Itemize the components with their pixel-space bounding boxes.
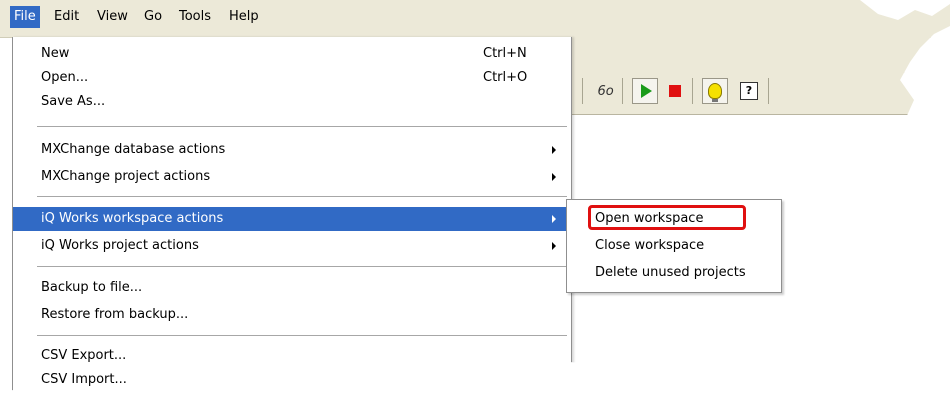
submenu-arrow-icon [552, 146, 556, 154]
menu-item-label: MXChange project actions [41, 169, 211, 184]
menu-item-label: CSV Export... [41, 348, 127, 363]
file-menu-iq-project[interactable]: iQ Works project actions [13, 234, 571, 258]
menu-item-label: New [41, 46, 70, 61]
file-menu-iq-workspace[interactable]: iQ Works workspace actions [13, 207, 571, 231]
file-menu-new[interactable]: New Ctrl+N [13, 42, 571, 66]
menu-bar: File Edit View Go Tools Help [0, 0, 950, 38]
menu-file[interactable]: File [10, 6, 40, 28]
menu-item-shortcut: Ctrl+N [483, 46, 527, 61]
menu-go[interactable]: Go [140, 6, 166, 28]
menu-edit[interactable]: Edit [50, 6, 83, 28]
file-menu-save-as[interactable]: Save As... [13, 90, 571, 114]
menu-tools[interactable]: Tools [175, 6, 215, 28]
toolbar-separator [768, 78, 769, 104]
menu-item-label: iQ Works project actions [41, 238, 199, 253]
menu-separator [37, 335, 567, 336]
screenshot-stage: File Edit View Go Tools Help 6o ? New Ct… [0, 0, 950, 401]
menu-item-label: Delete unused projects [595, 265, 746, 280]
menu-separator [37, 126, 567, 127]
submenu-open-workspace[interactable]: Open workspace [567, 208, 781, 230]
submenu-arrow-icon [552, 173, 556, 181]
file-menu-restore[interactable]: Restore from backup... [13, 303, 571, 327]
file-menu-csv-export[interactable]: CSV Export... [13, 344, 571, 368]
menu-item-label: CSV Import... [41, 372, 127, 387]
file-menu-dropdown: New Ctrl+N Open... Ctrl+O Save As... MXC… [12, 37, 572, 401]
menu-item-label: Close workspace [595, 238, 705, 253]
menu-item-label: Open... [41, 70, 89, 85]
submenu-close-workspace[interactable]: Close workspace [567, 235, 781, 257]
play-icon[interactable] [632, 78, 658, 104]
title-band [570, 37, 950, 73]
help-icon[interactable]: ? [736, 78, 762, 104]
submenu-delete-unused-projects[interactable]: Delete unused projects [567, 262, 781, 284]
menu-item-label: iQ Works workspace actions [41, 211, 224, 226]
file-menu-open[interactable]: Open... Ctrl+O [13, 66, 571, 90]
menu-item-label: MXChange database actions [41, 142, 226, 157]
toolbar: 6o ? [570, 72, 950, 115]
file-menu-mxchange-database[interactable]: MXChange database actions [13, 138, 571, 162]
menu-separator [37, 196, 567, 197]
toolbar-separator [582, 78, 583, 104]
lightbulb-icon[interactable] [702, 78, 728, 104]
menu-item-label: Open workspace [595, 211, 704, 226]
file-menu-backup[interactable]: Backup to file... [13, 276, 571, 300]
menu-separator [37, 266, 567, 267]
menu-item-shortcut: Ctrl+O [483, 70, 528, 85]
submenu-arrow-icon [552, 242, 556, 250]
menu-item-label: Save As... [41, 94, 106, 109]
stop-icon[interactable] [662, 78, 688, 104]
toolbar-separator [622, 78, 623, 104]
submenu-arrow-icon [552, 215, 556, 223]
workspace-submenu: Open workspace Close workspace Delete un… [566, 199, 782, 293]
menu-view[interactable]: View [93, 6, 132, 28]
file-menu-mxchange-project[interactable]: MXChange project actions [13, 165, 571, 189]
glasses-icon[interactable]: 6o [592, 78, 618, 104]
menu-item-label: Restore from backup... [41, 307, 189, 322]
menu-item-label: Backup to file... [41, 280, 143, 295]
toolbar-separator [692, 78, 693, 104]
menu-help[interactable]: Help [225, 6, 263, 28]
